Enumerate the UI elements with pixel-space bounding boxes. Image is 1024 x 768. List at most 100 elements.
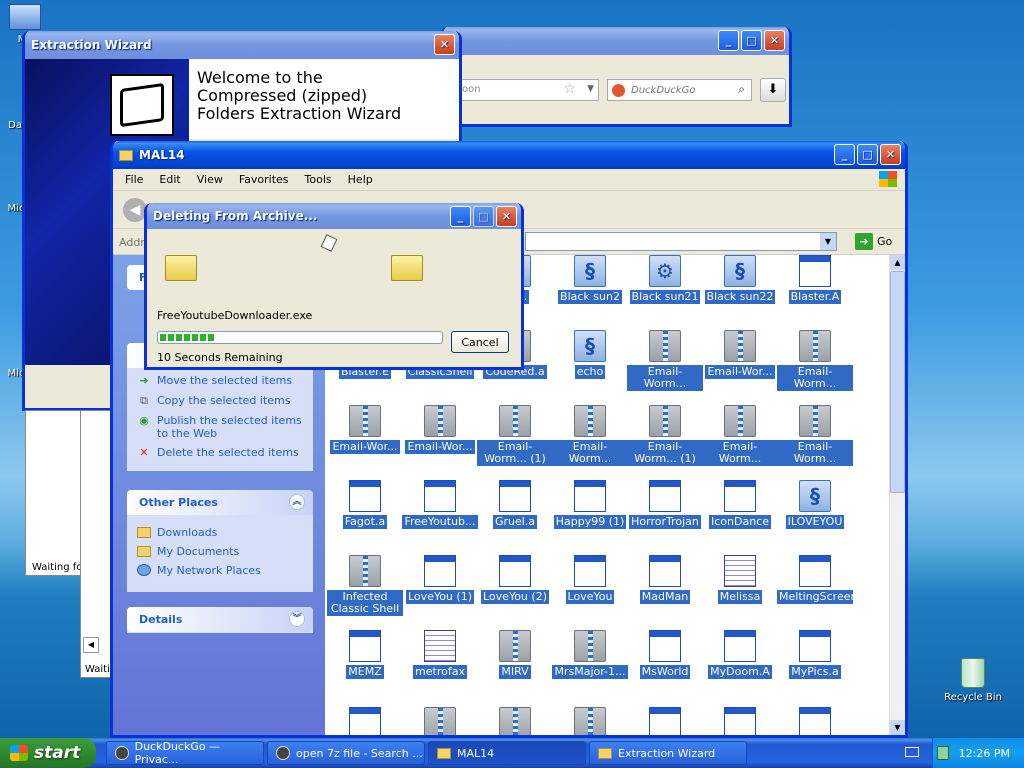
file-item[interactable]: § Black sun22 [702,255,778,304]
file-item[interactable]: Email-Worm... (1) [627,405,703,466]
file-item[interactable]: MyDoom.A [702,630,778,679]
task-delete[interactable]: ✕ Delete the selected items [127,443,313,463]
file-item[interactable]: Happy99 (1) [552,480,628,529]
menu-favorites[interactable]: Favorites [231,173,297,186]
dropdown-icon[interactable]: ▼ [820,233,836,250]
file-label: MadMan [639,590,691,604]
file-item[interactable]: IconDance [702,480,778,529]
file-item[interactable]: MyPics.a [777,630,853,679]
address-input[interactable]: ▼ [525,232,837,251]
win-file-icon [649,630,681,662]
scroll-up-arrow[interactable]: ▲ [890,255,905,270]
taskbar-item-search[interactable]: open 7z file - Search ... [267,741,425,765]
keyboard-icon[interactable] [905,747,919,757]
expand-chevron-icon[interactable]: ︾ [289,611,305,627]
url-text: oon [462,84,481,95]
menu-edit[interactable]: Edit [151,173,188,186]
dropdown-icon[interactable]: ▼ [587,84,594,94]
file-item[interactable]: Gruel.a [477,480,553,529]
task-copy[interactable]: ⧉ Copy the selected items [127,391,313,411]
maximize-button[interactable]: □ [741,30,762,51]
url-bar[interactable]: oon ☆ ▼ [457,79,599,101]
desktop-icon-recycle-bin[interactable]: Recycle Bin [938,658,1008,703]
taskbar-item-mal14[interactable]: MAL14 [428,741,586,765]
scroll-left-arrow[interactable]: ◀ [83,637,99,653]
menu-help[interactable]: Help [340,173,381,186]
file-item[interactable]: MEMZ [327,630,403,679]
scroll-thumb[interactable] [890,271,905,493]
taskbar-item-extraction-wizard[interactable]: Extraction Wizard [589,741,747,765]
file-item[interactable]: metrofax [402,630,478,679]
start-button[interactable]: start [0,738,96,768]
search-box[interactable]: DuckDuckGo ⌕ [607,79,752,101]
place-network[interactable]: My Network Places [127,561,313,580]
scroll-down-arrow[interactable]: ▼ [890,720,905,735]
file-item[interactable]: Email-Worm... [552,405,628,466]
menu-tools[interactable]: Tools [297,173,340,186]
other-places-header[interactable]: Other Places ︽ [127,490,313,515]
zip-file-icon [574,630,606,662]
clock[interactable]: 12:26 PM [959,747,1010,760]
close-button[interactable]: ✕ [764,30,785,51]
taskbar-item-duckduckgo[interactable]: DuckDuckGo — Privac... [106,740,264,766]
file-item[interactable]: Melissa [702,555,778,604]
file-item[interactable]: HorrorTrojan [627,480,703,529]
maximize-button[interactable]: □ [857,144,878,165]
file-item[interactable]: FreeYoutub... [402,480,478,529]
file-item[interactable]: MeltingScreen [777,555,858,604]
minimize-button[interactable]: _ [718,30,739,51]
file-item[interactable]: Email-Wor... [402,405,478,454]
task-publish[interactable]: ◉ Publish the selected items to the Web [127,411,313,443]
menu-view[interactable]: View [189,173,231,186]
file-item[interactable]: Infected Classic Shell [327,555,403,616]
file-label: MeltingScreen [777,590,858,604]
vertical-scrollbar[interactable]: ▲ ▼ [889,255,905,735]
close-button[interactable]: ✕ [880,144,901,165]
file-item[interactable]: Email-Worm... (1) [477,405,553,466]
file-item[interactable]: Email-Worm... [702,405,778,466]
maximize-button[interactable]: □ [473,206,494,227]
file-item[interactable]: § echo [552,330,628,379]
menu-file[interactable]: File [117,173,151,186]
desktop-icon-label: Recycle Bin [944,692,1002,703]
search-icon[interactable]: ⌕ [738,82,745,97]
cancel-button[interactable]: Cancel [451,331,509,353]
file-label: Email-Worm... (1) [477,440,553,466]
close-button[interactable]: ✕ [496,206,517,227]
file-item[interactable]: Email-Worm... [627,330,703,391]
file-item[interactable]: MrsMajor-1... [552,630,628,679]
file-item[interactable]: Email-Worm... [777,405,853,466]
file-item[interactable]: MadMan [627,555,703,604]
bookmark-star-icon[interactable]: ☆ [563,81,576,97]
file-label: Email-Worm... [777,440,853,466]
place-my-documents[interactable]: My Documents [127,542,313,561]
recycle-tray-icon[interactable] [936,746,949,760]
file-item[interactable]: ⚙ Black sun21 [627,255,703,304]
minimize-button[interactable]: _ [450,206,471,227]
download-button[interactable]: ⬇ [760,78,786,102]
details-panel: Details ︾ [127,607,313,633]
collapse-chevron-icon[interactable]: ︽ [289,494,305,510]
file-item[interactable]: MIRV [477,630,553,679]
file-item[interactable]: MsWorld [627,630,703,679]
file-label: Email-Worm... (1) [627,440,703,466]
file-item[interactable]: LoveYou (2) [477,555,553,604]
zip-file-icon [649,405,681,437]
file-item[interactable]: Email-Worm... [777,330,853,391]
remaining-text: 10 Seconds Remaining [157,351,283,364]
file-item[interactable]: § ILOVEYOU [777,480,853,529]
minimize-button[interactable]: _ [834,144,855,165]
file-item[interactable]: Fagot.a [327,480,403,529]
close-button[interactable]: ✕ [434,34,455,55]
file-label: MEMZ [346,665,384,679]
file-item[interactable]: LoveYou [552,555,628,604]
details-header[interactable]: Details ︾ [127,607,313,632]
file-item[interactable]: LoveYou (1) [402,555,478,604]
task-move[interactable]: ➜ Move the selected items [127,371,313,391]
file-item[interactable]: § Black sun2 [552,255,628,304]
file-item[interactable]: Email-Wor... [702,330,778,379]
file-item[interactable]: Email-Wor... [327,405,403,454]
go-button[interactable]: ➔ Go [855,233,892,250]
file-item[interactable]: Blaster.A [777,255,853,304]
place-downloads[interactable]: Downloads [127,523,313,542]
